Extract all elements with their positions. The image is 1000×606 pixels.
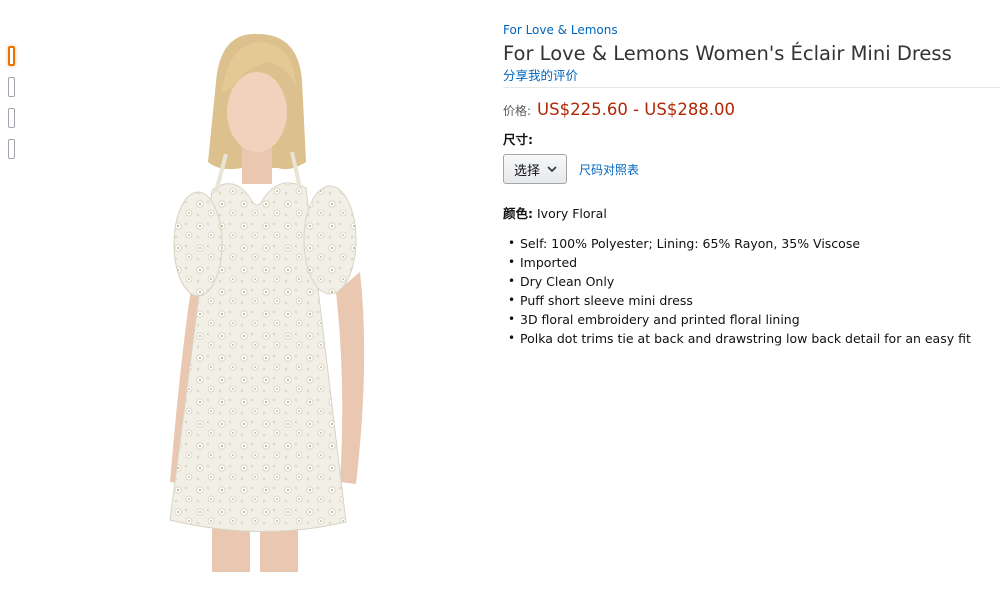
list-item: • Imported <box>508 255 578 270</box>
color-row: 颜色: Ivory Floral <box>503 203 1000 222</box>
thumbnail-strip <box>8 46 20 170</box>
feature-bullets: • Self: 100% Polyester; Lining: 65% Rayon… <box>503 234 1000 348</box>
price-label: 价格: <box>503 104 532 118</box>
size-label: 尺寸: <box>503 132 533 147</box>
product-title: For Love & Lemons Women's Éclair Mini Dr… <box>503 42 952 65</box>
list-item: • Polka dot trims tie at back and drawstr… <box>508 331 971 346</box>
list-item: • Dry Clean Only <box>508 274 615 289</box>
price-value: US$225.60 - US$288.00 <box>537 100 736 119</box>
share-review-link[interactable]: 分享我的评价 <box>503 68 1000 84</box>
thumbnail-3[interactable] <box>8 108 15 128</box>
chevron-down-icon <box>546 163 558 175</box>
thumbnail-1[interactable] <box>8 46 15 66</box>
color-label: 颜色: <box>503 206 533 221</box>
size-select-dropdown[interactable]: 选择 <box>503 154 567 184</box>
size-select-value: 选择 <box>514 163 541 179</box>
list-item: • Self: 100% Polyester; Lining: 65% Rayon… <box>508 236 861 251</box>
size-row: 选择 尺码对照表 <box>503 154 1000 184</box>
divider <box>503 87 1000 88</box>
product-main-image[interactable] <box>150 22 450 572</box>
thumbnail-4[interactable] <box>8 139 15 159</box>
list-item: • Puff short sleeve mini dress <box>508 293 693 308</box>
product-info: For Love & Lemons For Love & Lemons Wome… <box>503 22 1000 348</box>
thumbnail-2[interactable] <box>8 77 15 97</box>
size-chart-link[interactable]: 尺码对照表 <box>579 161 639 178</box>
color-value: Ivory Floral <box>536 206 607 221</box>
list-item: • 3D floral embroidery and printed floral… <box>508 312 800 327</box>
price-row: 价格: US$225.60 - US$288.00 <box>503 100 1000 122</box>
brand-link[interactable]: For Love & Lemons <box>503 23 1000 37</box>
